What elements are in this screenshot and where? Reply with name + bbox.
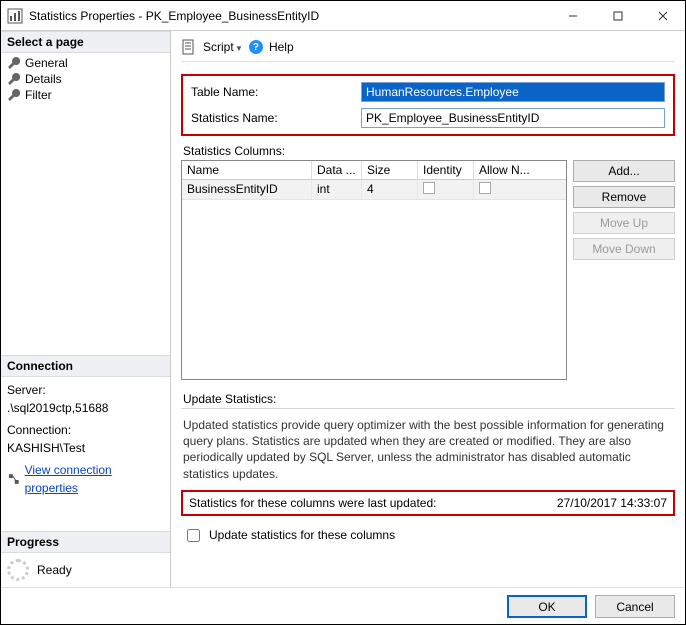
ok-button[interactable]: OK [507, 595, 587, 618]
column-header-data-type[interactable]: Data ... [312, 161, 362, 179]
table-row[interactable]: BusinessEntityID int 4 [182, 180, 566, 200]
app-icon [7, 8, 23, 24]
last-updated-highlight-box: Statistics for these columns were last u… [181, 490, 675, 516]
server-value: .\sql2019ctp,51688 [7, 399, 164, 417]
names-highlight-box: Table Name: Statistics Name: [181, 74, 675, 136]
chevron-down-icon: ▼ [235, 44, 243, 53]
divider [181, 408, 675, 409]
help-icon: ? [249, 40, 263, 54]
statistics-columns-grid[interactable]: Name Data ... Size Identity Allow N... B… [181, 160, 567, 380]
progress-spinner-icon [7, 559, 29, 581]
close-button[interactable] [640, 1, 685, 30]
sidebar-item-filter[interactable]: Filter [5, 87, 166, 103]
sidebar-item-label: General [25, 56, 68, 70]
connection-value: KASHISH\Test [7, 439, 164, 457]
column-header-identity[interactable]: Identity [418, 161, 474, 179]
wrench-icon [7, 72, 21, 86]
cell-data-type: int [312, 180, 362, 199]
move-up-button: Move Up [573, 212, 675, 234]
last-updated-label: Statistics for these columns were last u… [189, 496, 436, 510]
column-header-name[interactable]: Name [182, 161, 312, 179]
help-button[interactable]: Help [269, 40, 294, 54]
update-statistics-checkbox[interactable] [187, 529, 200, 542]
checkbox-icon [423, 182, 435, 194]
cell-identity [418, 180, 474, 199]
table-name-input[interactable] [361, 82, 665, 102]
server-label: Server: [7, 381, 164, 399]
main-panel: Script ▼ ? Help Table Name: Statistics N… [171, 31, 685, 587]
column-header-allow-nulls[interactable]: Allow N... [474, 161, 566, 179]
sidebar-item-details[interactable]: Details [5, 71, 166, 87]
sidebar-item-label: Filter [25, 88, 52, 102]
connection-properties-icon [7, 472, 21, 486]
remove-button[interactable]: Remove [573, 186, 675, 208]
script-icon [181, 39, 197, 55]
connection-heading: Connection [1, 355, 170, 377]
script-dropdown[interactable]: Script ▼ [203, 40, 243, 54]
move-down-button: Move Down [573, 238, 675, 260]
progress-heading: Progress [1, 531, 170, 553]
update-statistics-help-text: Updated statistics provide query optimiz… [181, 415, 675, 490]
table-name-label: Table Name: [191, 85, 361, 99]
wrench-icon [7, 56, 21, 70]
minimize-button[interactable] [550, 1, 595, 30]
cell-size: 4 [362, 180, 418, 199]
progress-status: Ready [37, 563, 72, 577]
title-bar: Statistics Properties - PK_Employee_Busi… [1, 1, 685, 31]
statistics-columns-label: Statistics Columns: [183, 144, 675, 158]
sidebar-item-general[interactable]: General [5, 55, 166, 71]
view-connection-properties-link[interactable]: View connection properties [25, 461, 164, 497]
window-title: Statistics Properties - PK_Employee_Busi… [29, 9, 550, 23]
checkbox-icon [479, 182, 491, 194]
statistics-name-input[interactable] [361, 108, 665, 128]
cell-name: BusinessEntityID [182, 180, 312, 199]
last-updated-value: 27/10/2017 14:33:07 [557, 496, 667, 510]
sidebar-item-label: Details [25, 72, 62, 86]
statistics-name-label: Statistics Name: [191, 111, 361, 125]
cell-allow-nulls [474, 180, 566, 199]
update-statistics-label: Update Statistics: [183, 392, 675, 406]
update-statistics-checkbox-label: Update statistics for these columns [209, 528, 395, 542]
maximize-button[interactable] [595, 1, 640, 30]
select-page-heading: Select a page [1, 31, 170, 53]
wrench-icon [7, 88, 21, 102]
dialog-footer: OK Cancel [1, 587, 685, 625]
add-button[interactable]: Add... [573, 160, 675, 182]
connection-label: Connection: [7, 421, 164, 439]
column-header-size[interactable]: Size [362, 161, 418, 179]
cancel-button[interactable]: Cancel [595, 595, 675, 618]
sidebar: Select a page General Details Filter Con… [1, 31, 171, 587]
